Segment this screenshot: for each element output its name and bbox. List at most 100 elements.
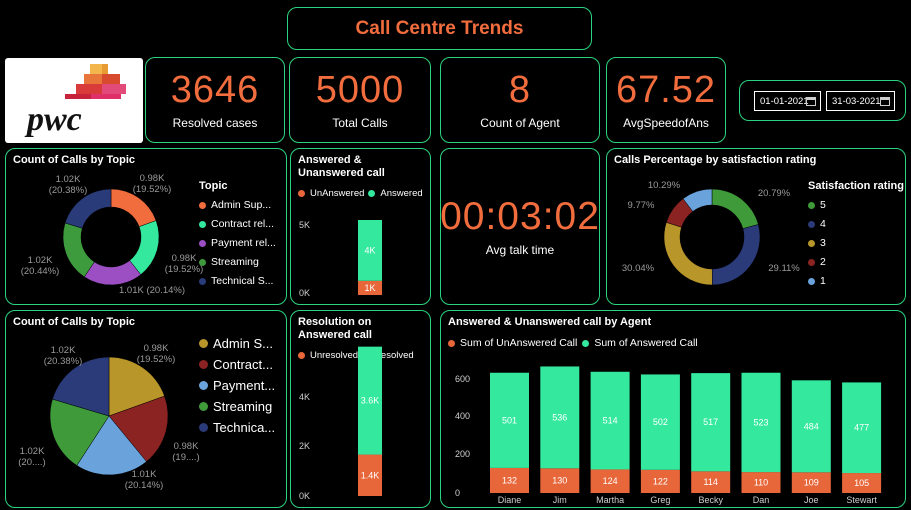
legend-item[interactable]: 1 — [808, 275, 904, 287]
bar-data-label: 501 — [502, 415, 517, 425]
legend-dot — [199, 220, 206, 228]
kpi-label: Resolved cases — [172, 116, 258, 130]
x-tick-label: Joe — [804, 495, 819, 505]
bar-data-label: 477 — [854, 423, 869, 433]
legend-dot — [199, 258, 206, 266]
bar-data-label: 132 — [502, 475, 517, 485]
legend-dot — [808, 239, 815, 247]
start-date-input[interactable]: 01-01-2021 — [754, 91, 821, 111]
x-tick-label: Dan — [753, 495, 770, 505]
slice-label: 1.01K (20.14%) — [119, 285, 185, 296]
legend-label: 2 — [820, 256, 826, 268]
legend-item[interactable]: 5 — [808, 199, 904, 211]
y-tick-label: 5K — [299, 220, 310, 230]
legend-dot — [199, 239, 206, 247]
bar-data-label: 536 — [552, 412, 567, 422]
bar-data-label: 514 — [603, 416, 618, 426]
bar-data-label: 1K — [364, 283, 375, 293]
legend-label: Contract rel... — [211, 218, 275, 230]
end-date-input[interactable]: 31-03-2021 — [826, 91, 895, 111]
x-tick-label: Greg — [650, 495, 670, 505]
page-title: Call Centre Trends — [355, 17, 524, 39]
y-tick-label: 200 — [455, 449, 470, 459]
kpi-value: 5000 — [315, 69, 405, 111]
legend-item[interactable]: Admin Sup... — [199, 199, 276, 211]
end-date-value: 31-03-2021 — [832, 95, 881, 107]
legend-item[interactable]: Technical S... — [199, 275, 276, 287]
kpi-total-calls: 5000 Total Calls — [289, 57, 431, 143]
legend-dot — [808, 220, 815, 228]
legend-dot — [199, 360, 208, 369]
bar-data-label: 3.6K — [361, 396, 380, 406]
legend-dot — [808, 277, 815, 285]
legend-label: 1 — [820, 275, 826, 287]
topic-pie-panel: Count of Calls by Topic 0.98K (19.52%) 0.9… — [5, 310, 287, 508]
resolution-bar-chart: 4K 2K 0K 1.4K 3.6K — [299, 346, 382, 501]
title-card: Call Centre Trends — [287, 7, 592, 50]
y-tick-label: 0K — [299, 288, 310, 298]
bar-data-label: 517 — [703, 417, 718, 427]
legend-item[interactable]: Contract rel... — [199, 218, 276, 230]
legend-label: Technica... — [213, 420, 276, 435]
legend-item[interactable]: Technica... — [199, 420, 275, 435]
legend-item[interactable]: Payment... — [199, 378, 275, 393]
y-tick-label: 0 — [455, 488, 460, 498]
legend-dot — [199, 277, 206, 285]
y-tick-label: 400 — [455, 411, 470, 421]
legend-label: Payment rel... — [211, 237, 276, 249]
bar-data-label: 110 — [754, 478, 768, 488]
slice-label: 0.98K (19.52%) — [137, 343, 176, 365]
legend-item[interactable]: Contract... — [199, 357, 275, 372]
pie-slice — [663, 222, 713, 286]
agent-bar-chart: 600 400 200 0 132 501 Diane 130 536 Jim 124 514 Mart… — [455, 366, 882, 505]
legend-label: 3 — [820, 237, 826, 249]
resolution-panel: Resolution on Answered call Unresolved R… — [290, 310, 431, 508]
legend-dot — [199, 201, 206, 209]
kpi-avg-speed: 67.52 AvgSpeedofAns — [606, 57, 726, 143]
slice-label: 20.79% — [758, 188, 791, 199]
legend-dot — [199, 339, 208, 348]
kpi-value: 8 — [508, 69, 532, 111]
y-tick-label: 2K — [299, 441, 310, 451]
kpi-label: AvgSpeedofAns — [623, 116, 709, 130]
slice-label: 0.98K (19.52%) — [133, 173, 172, 195]
slice-label: 30.04% — [622, 263, 655, 274]
pie-slice — [711, 224, 761, 286]
slice-label: 29.11% — [768, 263, 800, 274]
x-tick-label: Stewart — [846, 495, 877, 505]
calendar-icon[interactable] — [806, 97, 816, 106]
topic-legend: Topic Admin Sup... Contract rel... Payme… — [199, 180, 276, 287]
kpi-agent-count: 8 Count of Agent — [440, 57, 600, 143]
calendar-icon[interactable] — [880, 97, 890, 106]
bar-data-label: 484 — [804, 421, 819, 431]
legend-title: Topic — [199, 180, 228, 192]
kpi-label: Total Calls — [332, 116, 388, 130]
legend-item[interactable]: 2 — [808, 256, 904, 268]
bar-data-label: 502 — [653, 417, 668, 427]
bar-data-label: 109 — [804, 478, 819, 488]
bar-data-label: 122 — [653, 476, 668, 486]
talk-time-value: 00:03:02 — [440, 194, 600, 238]
legend-label: 4 — [820, 218, 826, 230]
legend-dot — [199, 381, 208, 390]
satisfaction-panel: Calls Percentage by satisfaction rating … — [606, 148, 906, 305]
bar-data-label: 130 — [552, 476, 567, 486]
x-tick-label: Martha — [596, 495, 624, 505]
legend-label: Admin S... — [213, 336, 273, 351]
y-tick-label: 0K — [299, 491, 310, 501]
pwc-logo: pwc — [5, 58, 143, 143]
slice-label: 1.02K (20.44%) — [21, 255, 60, 277]
kpi-resolved: 3646 Resolved cases — [145, 57, 285, 143]
legend-label: Payment... — [213, 378, 276, 393]
legend-item[interactable]: Admin S... — [199, 336, 275, 351]
legend-item[interactable]: 3 — [808, 237, 904, 249]
legend-item[interactable]: Payment rel... — [199, 237, 276, 249]
bar-data-label: 124 — [603, 476, 618, 486]
slice-label: 0.98K (19.52%) — [165, 253, 204, 275]
legend-item[interactable]: Streaming — [199, 256, 276, 268]
legend-item[interactable]: Streaming — [199, 399, 275, 414]
satisfaction-legend: Satisfaction rating 5 4 3 2 1 — [808, 180, 904, 287]
legend-dot — [808, 258, 815, 266]
kpi-value: 3646 — [170, 69, 260, 111]
legend-item[interactable]: 4 — [808, 218, 904, 230]
